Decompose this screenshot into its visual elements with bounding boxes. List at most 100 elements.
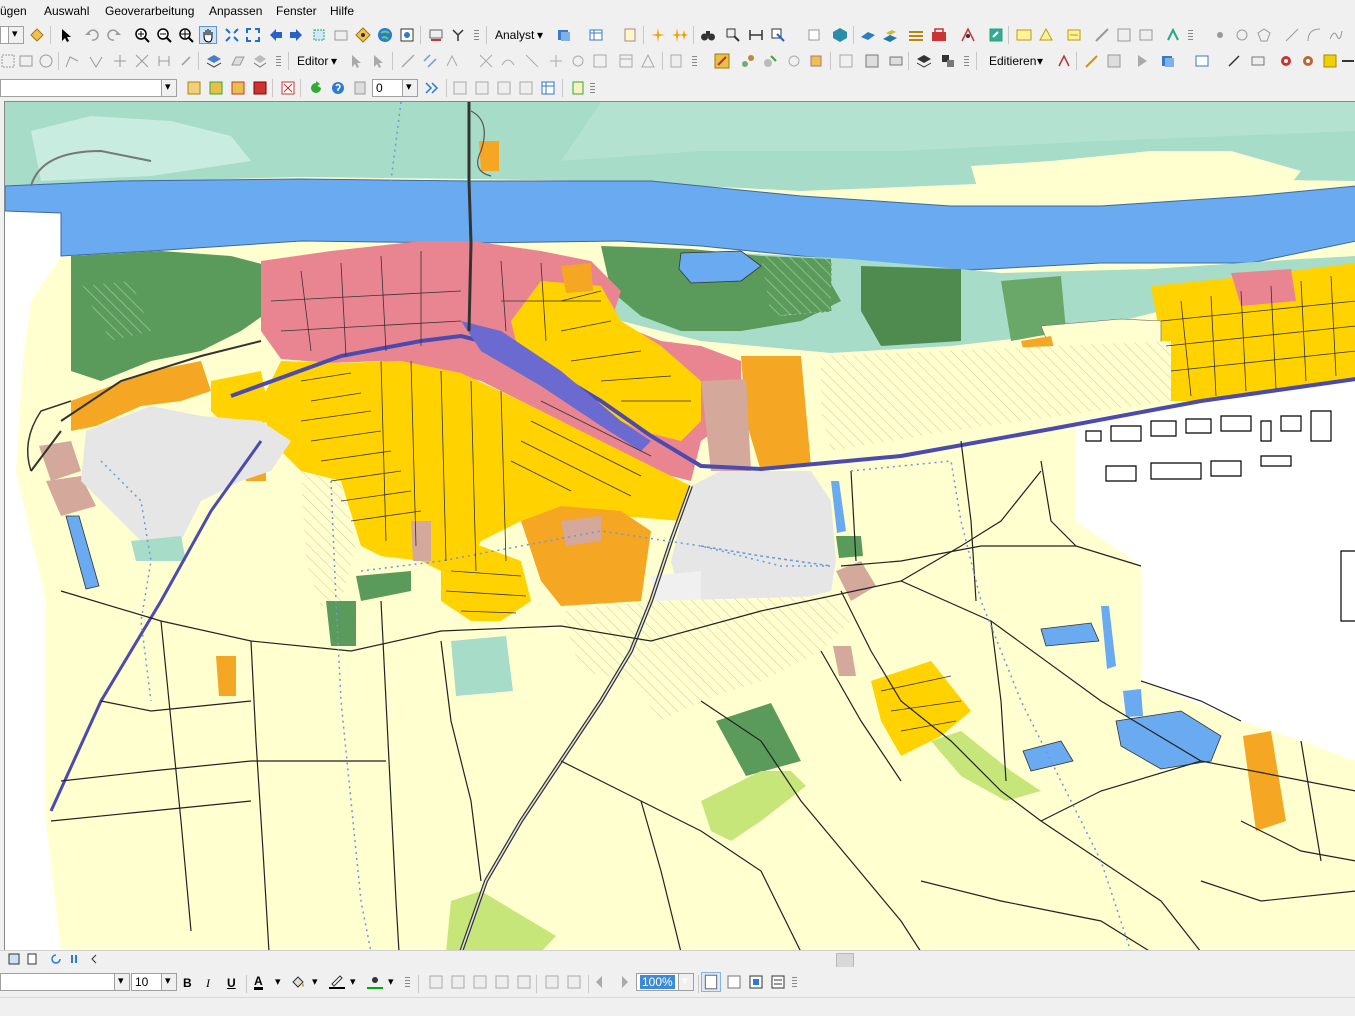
rotate-tool-icon[interactable]	[570, 53, 586, 69]
table-view-icon[interactable]	[540, 80, 556, 96]
link-icon[interactable]	[786, 53, 802, 69]
layer-properties-icon[interactable]	[916, 53, 932, 69]
editor-dropdown-icon[interactable]: ▾	[331, 54, 337, 68]
page-icon[interactable]	[352, 80, 368, 96]
sketch-tool-icon[interactable]	[1084, 53, 1100, 69]
table-add-icon[interactable]	[496, 80, 512, 96]
adjust-icon[interactable]	[740, 53, 756, 69]
menu-hilfe[interactable]: Hilfe	[330, 4, 354, 18]
fill-color-icon[interactable]	[290, 974, 306, 990]
python-icon[interactable]	[960, 27, 976, 43]
map-topology-icon[interactable]	[864, 53, 880, 69]
zoom-percent-combo[interactable]: 100%	[636, 973, 694, 991]
value-field[interactable]: 0	[372, 79, 418, 97]
underline-button[interactable]: U	[227, 976, 236, 990]
snapping-icon[interactable]	[1138, 27, 1154, 43]
globe-icon[interactable]	[377, 27, 393, 43]
layer-add-icon[interactable]	[556, 27, 572, 43]
zoom-out-page-icon[interactable]	[472, 974, 488, 990]
refresh-icon[interactable]	[308, 80, 324, 96]
menu-einfuegen[interactable]: ügen	[0, 4, 27, 18]
toolbar-grip[interactable]	[405, 977, 410, 989]
map-scrollbar[interactable]	[0, 950, 1355, 968]
expand-chevrons-icon[interactable]	[424, 80, 440, 96]
transform-icon[interactable]	[762, 53, 778, 69]
network-analyst-icon[interactable]	[1165, 27, 1181, 43]
pan-icon[interactable]	[199, 26, 217, 44]
editor-table-icon[interactable]	[588, 27, 604, 43]
zoom-100-icon[interactable]	[494, 974, 510, 990]
spark-multi-icon[interactable]	[672, 27, 688, 43]
layer-diamond-icon[interactable]	[29, 27, 45, 43]
scroll-left-icon[interactable]	[88, 953, 100, 965]
menu-geoverarbeitung[interactable]: Geoverarbeitung	[105, 4, 194, 18]
font-size-combo[interactable]: 10	[131, 973, 177, 991]
fit-page-icon[interactable]	[566, 974, 582, 990]
new-layer-icon[interactable]	[186, 80, 202, 96]
play-icon[interactable]	[1134, 53, 1150, 69]
toolbar-grip[interactable]	[692, 56, 697, 68]
table-of-contents-icon[interactable]	[908, 27, 924, 43]
catalog-icon[interactable]	[860, 27, 876, 43]
topology-icon[interactable]	[1116, 27, 1132, 43]
editing-options-icon[interactable]	[668, 53, 684, 69]
data-link-icon[interactable]	[1250, 53, 1266, 69]
clear-selection-icon[interactable]	[333, 27, 349, 43]
hyperlink-icon[interactable]	[770, 27, 786, 43]
circle-icon[interactable]	[38, 53, 54, 69]
change-layout-icon[interactable]	[748, 974, 764, 990]
analyst-dropdown-icon[interactable]: ▾	[537, 28, 543, 42]
editor-menu[interactable]: Editor	[297, 54, 328, 68]
edit-symbols-icon[interactable]	[940, 53, 956, 69]
attributes-icon[interactable]	[622, 27, 638, 43]
marker-color-dropdown-icon[interactable]: ▾	[388, 975, 394, 988]
search-window-icon[interactable]	[988, 27, 1004, 43]
draw-freehand-icon[interactable]	[1328, 27, 1344, 43]
fixed-zoom-out-icon[interactable]	[245, 27, 261, 43]
topology-edit-icon[interactable]	[838, 53, 854, 69]
pause-drawing-icon[interactable]	[68, 953, 80, 965]
catalog-add-icon[interactable]	[1160, 53, 1176, 69]
share-edge-icon[interactable]	[888, 53, 904, 69]
scale-combo[interactable]	[0, 26, 24, 44]
create-features-icon[interactable]	[252, 53, 268, 69]
focus-data-frame-icon[interactable]	[726, 974, 742, 990]
measure-icon[interactable]	[428, 27, 444, 43]
edit-annotations-icon[interactable]	[1106, 53, 1122, 69]
font-color-button[interactable]: A	[254, 975, 263, 990]
editieren-dropdown-icon[interactable]: ▾	[1037, 54, 1043, 68]
gear-alt-icon[interactable]	[1300, 53, 1316, 69]
sketch-properties-icon[interactable]	[618, 53, 634, 69]
line-color-icon[interactable]	[328, 974, 346, 990]
measure-distance-icon[interactable]	[748, 27, 764, 43]
spark-icon[interactable]	[650, 27, 666, 43]
help-icon[interactable]	[330, 80, 346, 96]
zoom-in-icon[interactable]	[134, 27, 150, 43]
report-icon[interactable]	[252, 80, 268, 96]
find-route-icon[interactable]	[725, 27, 741, 43]
bold-button[interactable]: B	[183, 976, 192, 990]
target-layer-combo[interactable]	[0, 79, 177, 97]
graph-icon[interactable]	[474, 80, 490, 96]
scrollbar-thumb[interactable]	[836, 953, 854, 968]
draw-point-icon[interactable]	[1212, 27, 1228, 43]
marker-color-icon[interactable]	[366, 974, 384, 990]
chart-icon[interactable]	[452, 80, 468, 96]
layer-stack-icon[interactable]	[882, 27, 898, 43]
split-tool-icon[interactable]	[548, 53, 564, 69]
menu-fenster[interactable]: Fenster	[276, 4, 317, 18]
cut-polygon-icon[interactable]	[134, 53, 150, 69]
merge-tool-icon[interactable]	[1340, 53, 1355, 69]
georef-icon[interactable]	[1094, 27, 1110, 43]
refresh-view-icon[interactable]	[50, 953, 62, 965]
fixed-zoom-page-icon[interactable]	[544, 974, 560, 990]
yellow-tool-icon[interactable]	[1322, 53, 1338, 69]
menu-auswahl[interactable]: Auswahl	[44, 4, 89, 18]
edit-vertex-icon[interactable]	[1056, 53, 1072, 69]
previous-extent-icon[interactable]	[594, 974, 610, 990]
zoom-whole-page-icon[interactable]	[428, 974, 444, 990]
export-icon[interactable]	[230, 80, 246, 96]
select-features-icon[interactable]	[311, 27, 327, 43]
back-icon[interactable]	[268, 27, 284, 43]
rectangle-icon[interactable]	[18, 53, 34, 69]
